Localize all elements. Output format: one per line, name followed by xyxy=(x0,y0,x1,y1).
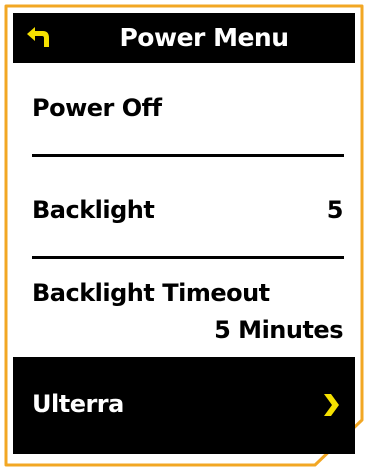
menu-item-backlight-timeout[interactable]: Backlight Timeout 5 Minutes xyxy=(13,265,355,357)
screen: Power Menu Power Off Backlight 5 Backlig… xyxy=(13,13,355,454)
backlight-value: 5 xyxy=(326,196,344,224)
menu-item-label: Power Off xyxy=(32,94,162,122)
page-title: Power Menu xyxy=(119,23,289,52)
back-arrow-icon[interactable] xyxy=(23,23,53,53)
device-display: Power Menu Power Off Backlight 5 Backlig… xyxy=(0,0,368,469)
divider xyxy=(32,256,344,259)
menu-item-label: Ulterra xyxy=(32,390,124,418)
divider xyxy=(32,154,344,157)
menu-item-backlight[interactable]: Backlight 5 xyxy=(13,163,355,253)
menu-item-label: Backlight xyxy=(32,196,155,224)
menu-item-ulterra[interactable]: Ulterra xyxy=(13,357,355,454)
menu-item-label: Backlight Timeout xyxy=(32,279,270,307)
header-bar: Power Menu xyxy=(13,13,355,63)
menu-item-power-off[interactable]: Power Off xyxy=(13,63,355,158)
chevron-right-icon xyxy=(324,394,339,416)
backlight-timeout-value: 5 Minutes xyxy=(214,316,343,344)
